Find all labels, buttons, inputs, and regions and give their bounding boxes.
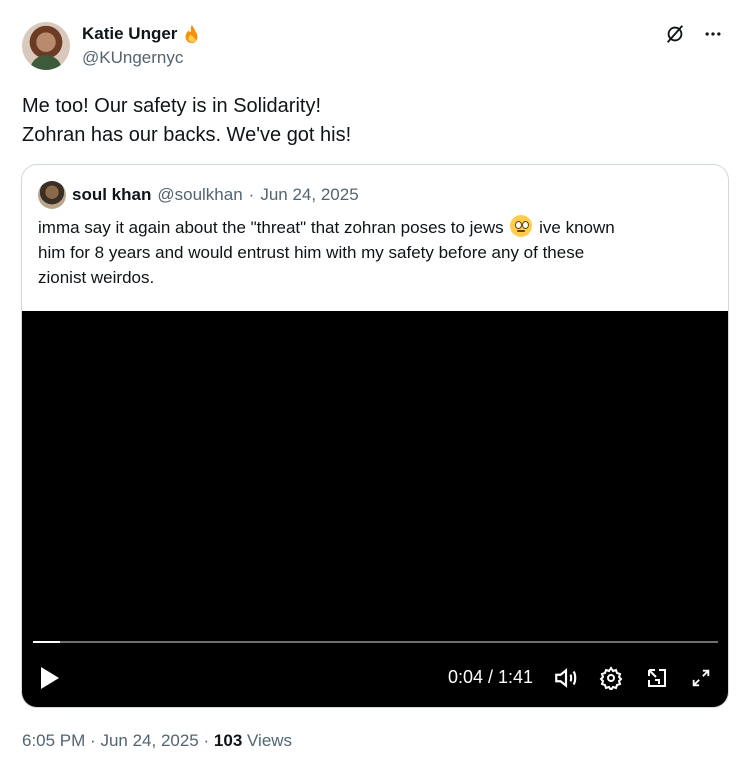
tweet-line: Zohran has our backs. We've got his! <box>22 124 352 146</box>
quote-text: imma say it again about the "threat" tha… <box>38 215 710 290</box>
tweet-line: Me too! Our safety is in Solidarity! <box>22 95 322 117</box>
rolling-eyes-emoji-icon <box>510 215 533 237</box>
author-name-row: Katie Unger <box>82 23 203 45</box>
author-handle[interactable]: @KUngernyc <box>82 48 183 68</box>
volume-icon[interactable] <box>553 665 579 691</box>
pip-icon[interactable] <box>644 665 670 691</box>
tweet-date[interactable]: Jun 24, 2025 <box>100 731 198 750</box>
top-actions <box>663 22 725 46</box>
quote-text-line2: him for 8 years and would entrust him wi… <box>38 243 585 262</box>
views-count: 103 <box>213 731 243 750</box>
settings-icon[interactable] <box>598 665 624 691</box>
fire-icon <box>181 23 203 45</box>
tweet-footer: 6:05 PM · Jun 24, 2025 · 103 Views <box>22 731 292 751</box>
quote-separator: · <box>248 185 255 204</box>
quote-author-name[interactable]: soul khan <box>72 185 151 205</box>
video-controls: 0:04 / 1:41 <box>22 661 728 701</box>
quote-text-line1a: imma say it again about the "threat" tha… <box>38 218 504 237</box>
more-icon[interactable] <box>701 22 725 46</box>
play-icon[interactable] <box>38 665 62 696</box>
video-player[interactable]: 0:04 / 1:41 <box>22 311 728 707</box>
footer-separator: · <box>203 731 210 750</box>
quote-text-line3: zionist weirdos. <box>38 268 155 287</box>
footer-separator: · <box>90 731 96 750</box>
tweet-text: Me too! Our safety is in Solidarity! Zoh… <box>22 92 351 150</box>
views-label: Views <box>247 731 293 750</box>
tweet-time[interactable]: 6:05 PM <box>22 731 85 750</box>
quote-header: soul khan @soulkhan · Jun 24, 2025 <box>38 181 359 209</box>
video-time: 0:04 / 1:41 <box>448 667 534 687</box>
video-progress-fill <box>33 641 61 643</box>
quote-text-line1b: ive known <box>539 218 615 237</box>
fullscreen-icon[interactable] <box>688 665 714 691</box>
video-progress-bar[interactable] <box>33 641 718 643</box>
quote-avatar[interactable] <box>38 181 66 209</box>
quote-date[interactable]: Jun 24, 2025 <box>260 185 358 205</box>
grok-icon[interactable] <box>663 22 687 46</box>
author-avatar[interactable] <box>22 22 70 70</box>
quoted-tweet[interactable]: soul khan @soulkhan · Jun 24, 2025 imma … <box>21 164 729 708</box>
quote-author-handle[interactable]: @soulkhan <box>157 185 242 205</box>
author-name[interactable]: Katie Unger <box>82 24 177 44</box>
